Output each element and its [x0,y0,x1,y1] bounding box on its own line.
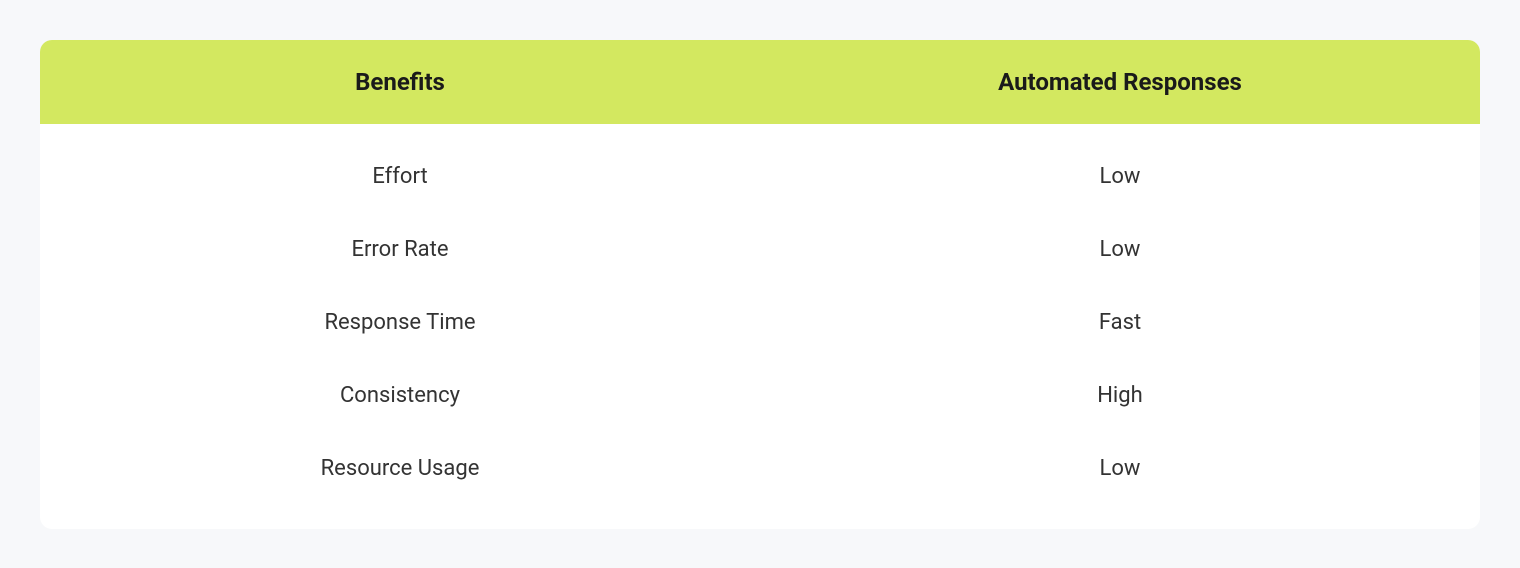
table-cell-benefit: Effort [40,164,760,189]
table-row: Consistency High [40,359,1480,432]
table-cell-benefit: Error Rate [40,237,760,262]
table-cell-benefit: Consistency [40,383,760,408]
table-cell-value: Low [760,237,1480,262]
table-cell-value: High [760,383,1480,408]
table-row: Resource Usage Low [40,432,1480,505]
benefits-table: Benefits Automated Responses Effort Low … [40,40,1480,529]
table-row: Response Time Fast [40,286,1480,359]
table-cell-value: Fast [760,310,1480,335]
table-body: Effort Low Error Rate Low Response Time … [40,124,1480,529]
table-cell-value: Low [760,164,1480,189]
table-cell-benefit: Resource Usage [40,456,760,481]
table-cell-benefit: Response Time [40,310,760,335]
table-cell-value: Low [760,456,1480,481]
table-header-benefits: Benefits [40,68,760,96]
table-header-automated-responses: Automated Responses [760,68,1480,96]
table-header-row: Benefits Automated Responses [40,40,1480,124]
table-row: Error Rate Low [40,213,1480,286]
table-row: Effort Low [40,140,1480,213]
